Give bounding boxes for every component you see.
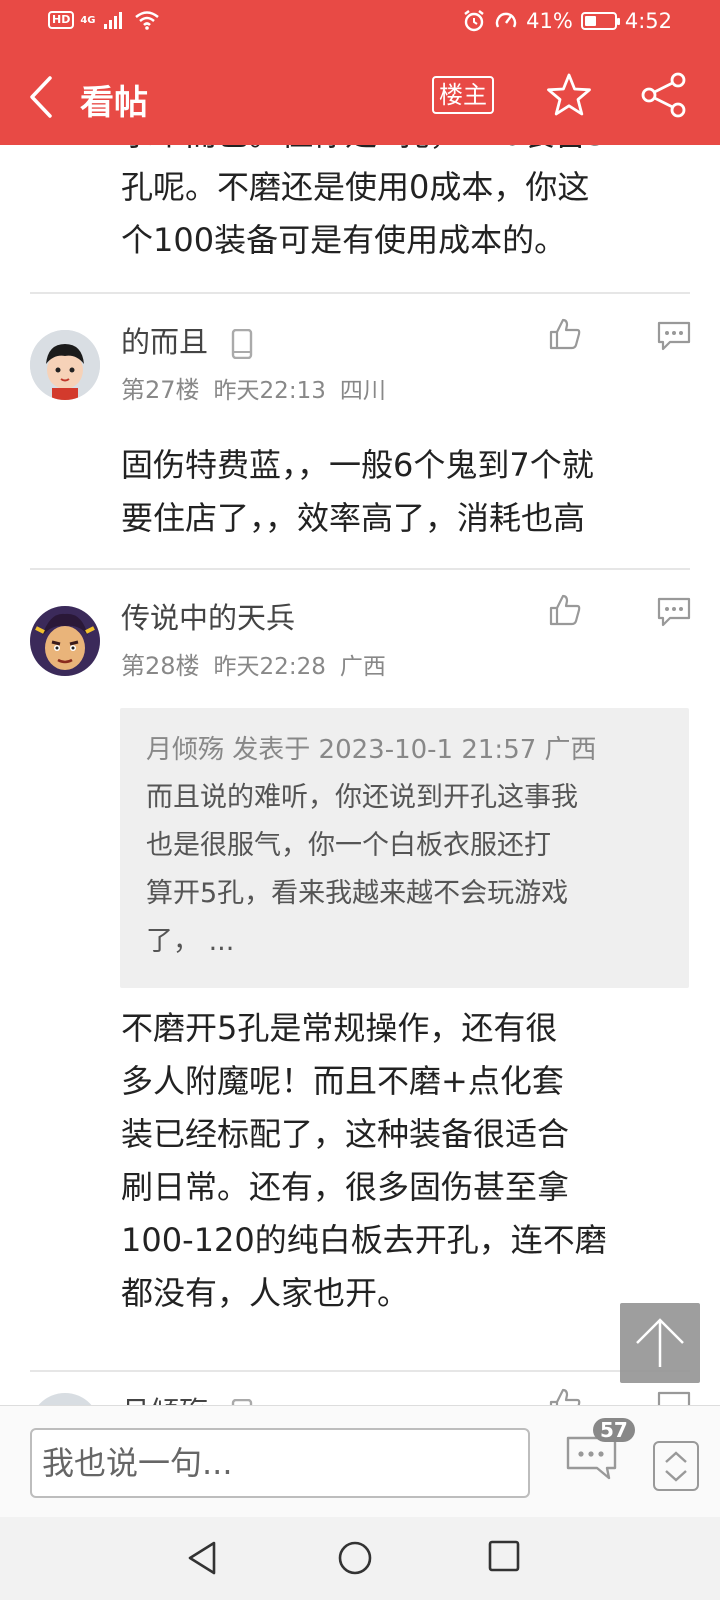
divider: [30, 1370, 690, 1372]
reply-username[interactable]: 的而且: [121, 319, 253, 361]
battery-icon: [580, 12, 620, 30]
reply-meta: 第28楼 昨天22:28 广西: [121, 646, 386, 681]
reply-meta: 第27楼 昨天22:13 四川: [121, 370, 386, 405]
reply-input[interactable]: 我也说一句...: [30, 1428, 530, 1498]
thumbs-up-icon[interactable]: [548, 317, 582, 351]
quote-header: 月倾殇 发表于 2023-10-1 21:57 广西: [146, 735, 597, 765]
post-body: 求个而已。但你是4孔，140装备5 孔呢。不磨还是使用0成本，你这 个100装备…: [121, 145, 607, 259]
avatar[interactable]: [30, 330, 100, 400]
mobile-device-icon: [232, 329, 253, 359]
thumbs-up-icon[interactable]: [548, 593, 582, 627]
reply-bar: 我也说一句... 57: [0, 1405, 720, 1517]
thumbs-up-icon[interactable]: [548, 1387, 582, 1405]
clock: 4:52: [624, 9, 672, 33]
reply-body: 不磨开5孔是常规操作，还有很 多人附魔呢！而且不磨+点化套 装已经标配了，这种装…: [121, 1009, 607, 1312]
comment-count-badge: 57: [593, 1418, 635, 1442]
quoted-post[interactable]: 月倾殇 发表于 2023-10-1 21:57 广西 而且说的难听，你还说到开孔…: [120, 708, 689, 988]
app-bar: 看帖 楼主: [0, 58, 720, 138]
scroll-to-top-button[interactable]: [620, 1303, 700, 1383]
wifi-icon: [134, 11, 159, 30]
share-icon[interactable]: [640, 72, 688, 118]
divider: [30, 568, 690, 570]
post-location: 广西: [339, 654, 386, 680]
status-bar: HD 4G 41% 4:52: [0, 0, 720, 46]
quote-body: 而且说的难听，你还说到开孔这事我 也是很服气，你一个白板衣服还打 算开5孔，看来…: [146, 782, 578, 957]
hd-badge: HD: [48, 11, 75, 29]
star-outline-icon[interactable]: [546, 72, 592, 118]
avatar[interactable]: [30, 606, 100, 676]
avatar[interactable]: [30, 1393, 100, 1405]
chevron-up-down-icon: [665, 1451, 687, 1482]
thread-content[interactable]: 求个而已。但你是4孔，140装备5 孔呢。不磨还是使用0成本，你这 个100装备…: [0, 145, 720, 1405]
chevron-left-icon[interactable]: [22, 72, 62, 122]
reply-body: 固伤特费蓝，，一般6个鬼到7个就 要住店了，，效率高了，消耗也高: [121, 446, 594, 537]
speed-meter-icon: [495, 12, 517, 28]
floor-number: 第27楼: [121, 376, 200, 404]
cartoon-boy-avatar-icon: [30, 330, 100, 400]
reply-username[interactable]: 传说中的天兵: [121, 595, 295, 637]
battery-percent: 41%: [526, 9, 573, 33]
system-nav-bar: [0, 1517, 720, 1600]
page-navigation-button[interactable]: [653, 1441, 699, 1491]
post-time: 昨天22:28: [213, 654, 326, 680]
nav-home-icon[interactable]: [336, 1539, 374, 1577]
nav-recents-icon[interactable]: [487, 1539, 521, 1573]
signal-icon: [103, 11, 122, 29]
divider: [30, 292, 690, 294]
comment-icon[interactable]: [656, 596, 692, 628]
post-time: 昨天22:13: [213, 378, 326, 404]
page-title: 看帖: [80, 83, 148, 123]
network-type: 4G: [80, 14, 96, 26]
floor-number: 第28楼: [121, 652, 200, 680]
nav-back-icon[interactable]: [184, 1539, 220, 1577]
arrow-up-icon: [636, 1318, 684, 1367]
reply-username[interactable]: 月倾殇: [121, 1389, 253, 1405]
comment-icon[interactable]: [656, 320, 692, 352]
op-only-button[interactable]: 楼主: [432, 76, 494, 114]
comment-icon[interactable]: [656, 1390, 692, 1405]
post-location: 四川: [339, 378, 386, 404]
top-bar: HD 4G 41% 4:52 看帖 楼主: [0, 0, 720, 145]
alarm-icon: [464, 10, 484, 32]
warrior-avatar-icon: [30, 606, 100, 676]
